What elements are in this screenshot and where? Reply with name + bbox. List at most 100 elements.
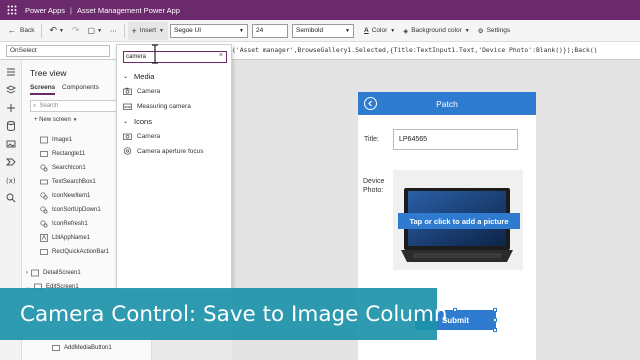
tree-item-label: Image1 <box>52 137 73 143</box>
tree-item-label: LblAppName1 <box>52 235 91 241</box>
insert-button[interactable]: + Insert ▼ <box>127 21 168 40</box>
font-weight-select[interactable]: Semibold ▼ <box>292 23 354 38</box>
layers-icon[interactable] <box>5 84 17 96</box>
screen-icon <box>31 269 39 277</box>
tree-item-label: TextSearchBox1 <box>52 179 96 185</box>
media-category[interactable]: ⌄ Media <box>123 72 154 81</box>
clipboard-icon: ▢ <box>87 26 96 35</box>
insert-search-input[interactable]: camera <box>123 51 227 63</box>
selection-handle[interactable] <box>493 318 497 322</box>
selection-handle[interactable] <box>493 328 497 332</box>
insert-item-camera-aperture[interactable]: Camera aperture focus <box>123 147 203 155</box>
font-family-value: Segoe UI <box>174 27 202 34</box>
hamburger-icon[interactable] <box>5 66 17 78</box>
formula-input[interactable]: ('Asset manager',BrowseGallery1.Selected… <box>232 46 598 54</box>
divider <box>41 23 43 38</box>
screen-title: Patch <box>436 99 458 109</box>
divider <box>123 23 125 38</box>
app-brand[interactable]: Power Apps <box>25 6 65 15</box>
camera-icon <box>123 87 132 95</box>
app-launcher-icon[interactable] <box>5 3 19 17</box>
color-button[interactable]: A Color ▼ <box>360 22 399 40</box>
new-screen-button[interactable]: + New screen ▼ <box>34 117 77 123</box>
insert-item-camera-icon[interactable]: Camera <box>123 132 160 140</box>
insert-item-label: Camera <box>137 132 161 140</box>
back-command[interactable]: ← Back <box>0 22 38 40</box>
caption-banner: Camera Control: Save to Image Column <box>0 288 448 340</box>
tap-to-add-picture[interactable]: Tap or click to add a picture <box>398 213 520 229</box>
font-size-input[interactable]: 24 <box>252 23 288 38</box>
data-cylinder-icon[interactable] <box>5 120 17 132</box>
new-screen-label: New screen <box>39 117 71 123</box>
paint-bucket-icon: ◈ <box>403 27 409 35</box>
tree-item-rectquickactionbar1[interactable]: RectQuickActionBar1 <box>40 245 109 259</box>
formula-bar: OnSelect ('Asset manager',BrowseGallery1… <box>0 42 640 60</box>
clipboard-button[interactable]: ▢ ▼ <box>84 22 107 40</box>
icon-glyph-icon <box>40 164 48 172</box>
chevron-down-icon: ▼ <box>59 27 64 34</box>
svg-text:(x): (x) <box>6 177 16 185</box>
selection-handle[interactable] <box>453 308 457 312</box>
text-cursor-icon <box>152 44 158 64</box>
screen-header: Patch <box>358 92 536 115</box>
property-select[interactable]: OnSelect <box>6 45 110 57</box>
variables-icon[interactable]: (x) <box>5 174 17 186</box>
tree-search-placeholder: Search <box>39 103 59 109</box>
tree-item-label: AddMediaButton1 <box>64 345 112 351</box>
redo-button[interactable]: ↷ <box>68 22 84 40</box>
tab-screens[interactable]: Screens <box>30 84 56 95</box>
icons-category[interactable]: ⌄ Icons <box>123 117 152 126</box>
tree-item-iconsortupdown1[interactable]: IconSortUpDown1 <box>40 203 101 217</box>
font-weight-value: Semibold <box>296 27 324 34</box>
command-bar: ← Back ↶ ▼ ↷ ▢ ▼ ⋯ + Insert ▼ Segoe UI ▼ 2… <box>0 20 640 42</box>
icon-glyph-icon <box>40 220 48 228</box>
measuring-camera-icon <box>123 103 132 110</box>
back-arrow-icon: ← <box>8 26 16 35</box>
power-automate-icon[interactable] <box>5 156 17 168</box>
undo-button[interactable]: ↶ ▼ <box>45 22 68 40</box>
chevron-down-icon: ▼ <box>390 27 396 34</box>
tab-components[interactable]: Components <box>62 84 99 91</box>
insert-item-camera[interactable]: Camera <box>123 87 160 95</box>
camera-icon <box>123 133 132 140</box>
chevron-down-icon: ⌄ <box>123 119 129 125</box>
settings-button[interactable]: ⚙ Settings <box>474 22 514 40</box>
title-bar: Power Apps | Asset Management Power App <box>0 0 640 20</box>
device-photo-label-line1: Device <box>363 178 385 185</box>
aperture-icon <box>123 147 132 155</box>
insert-label: Insert <box>139 27 157 34</box>
tree-item-label: IconRefresh1 <box>52 221 88 227</box>
rectangle-icon <box>40 249 48 255</box>
background-color-button[interactable]: ◈ Background color ▼ <box>399 22 474 40</box>
tree-item-rectangle11[interactable]: Rectangle11 <box>40 147 85 161</box>
insert-item-measuring-camera[interactable]: Measuring camera <box>123 102 191 110</box>
selection-handle[interactable] <box>493 308 497 312</box>
chevron-down-icon: ▼ <box>72 117 78 122</box>
tree-item-iconrefresh1[interactable]: IconRefresh1 <box>40 217 88 231</box>
tree-item-label: IconSortUpDown1 <box>52 207 101 213</box>
media-category-label: Media <box>134 72 155 81</box>
font-family-select[interactable]: Segoe UI ▼ <box>170 23 248 38</box>
tree-item-iconnewitem1[interactable]: IconNewItem1 <box>40 189 90 203</box>
title-input[interactable]: LP64565 <box>393 129 518 150</box>
font-size-value: 24 <box>256 27 264 34</box>
tree-item-detailscreen1[interactable]: › DetailScreen1 <box>26 266 81 280</box>
more-button[interactable]: ⋯ <box>106 22 121 40</box>
tree-item-lblappname1[interactable]: LblAppName1 <box>40 231 90 245</box>
tree-view-title: Tree view <box>30 68 67 78</box>
tree-item-addmediabutton1[interactable]: AddMediaButton1 <box>52 341 112 355</box>
tree-item-label: Rectangle11 <box>52 151 86 157</box>
search-icon: ⌕ <box>33 102 37 109</box>
gear-icon: ⚙ <box>477 27 484 35</box>
search-icon[interactable] <box>5 192 17 204</box>
chevron-down-icon: ▼ <box>239 27 244 34</box>
tree-item-textsearchbox1[interactable]: TextSearchBox1 <box>40 175 96 189</box>
undo-icon: ↶ <box>49 25 57 35</box>
tree-item-searchicon1[interactable]: SearchIcon1 <box>40 161 86 175</box>
tree-item-image1[interactable]: Image1 <box>40 133 72 147</box>
media-icon[interactable] <box>5 138 17 150</box>
chevron-down-icon: ▼ <box>345 27 350 34</box>
clear-icon[interactable]: × <box>219 52 223 59</box>
insert-plus-icon[interactable] <box>5 102 17 114</box>
insert-item-label: Measuring camera <box>137 102 191 110</box>
